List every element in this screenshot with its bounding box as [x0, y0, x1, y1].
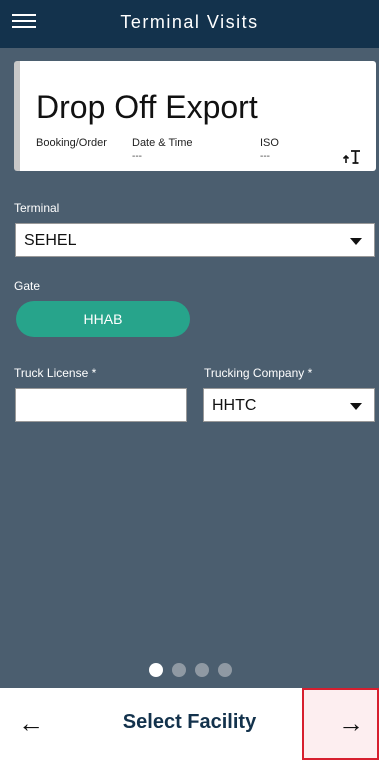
trucking-company-label: Trucking Company *: [204, 366, 313, 380]
top-app-bar: Terminal Visits: [0, 0, 379, 48]
page-dot-4[interactable]: [218, 663, 232, 677]
page-title: Terminal Visits: [120, 12, 259, 32]
booking-order-field: Booking/Order: [36, 137, 107, 149]
iso-value: ---: [260, 151, 270, 162]
bottom-navigation-bar: ← Select Facility →: [0, 688, 379, 760]
date-time-field: Date & Time ---: [132, 137, 193, 162]
page-dot-1[interactable]: [149, 663, 163, 677]
visit-type-title: Drop Off Export: [36, 89, 258, 125]
terminal-select[interactable]: SEHEL: [15, 223, 375, 257]
pagination-dots: [0, 663, 379, 679]
gate-label: Gate: [14, 279, 41, 293]
trucking-company-select[interactable]: HHTC: [203, 388, 375, 422]
terminal-label: Terminal: [14, 201, 60, 215]
gate-chip[interactable]: HHAB: [16, 301, 190, 337]
page-dot-2[interactable]: [172, 663, 186, 677]
date-time-value: ---: [132, 151, 142, 162]
trucking-company-value: HHTC: [212, 397, 257, 414]
next-button[interactable]: →: [302, 688, 379, 760]
chevron-down-icon: [350, 403, 362, 410]
truck-license-input[interactable]: [15, 388, 187, 422]
iso-field: ISO ---: [260, 137, 279, 162]
visit-summary-card: Drop Off Export Booking/Order Date & Tim…: [14, 61, 376, 171]
pin-icon[interactable]: [342, 147, 362, 165]
iso-label: ISO: [260, 137, 279, 149]
page-dot-3[interactable]: [195, 663, 209, 677]
terminal-value: SEHEL: [24, 232, 77, 249]
booking-order-label: Booking/Order: [36, 137, 107, 149]
date-time-label: Date & Time: [132, 137, 193, 149]
truck-license-label: Truck License *: [14, 366, 97, 380]
chevron-down-icon: [350, 238, 362, 245]
forward-arrow-icon: →: [338, 708, 364, 738]
